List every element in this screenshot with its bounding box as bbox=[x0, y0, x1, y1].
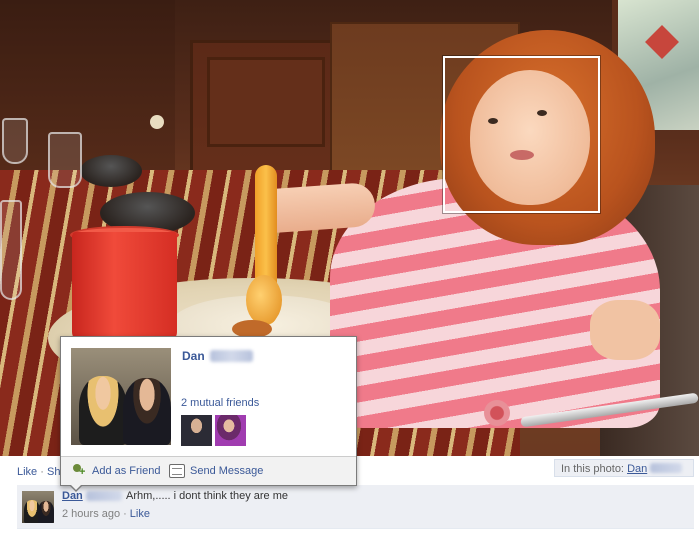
profile-hovercard: Dan 2 mutual friends Add as Friend Send … bbox=[60, 336, 357, 492]
add-friend-icon bbox=[71, 464, 87, 478]
photo-actions: Like · Sh bbox=[17, 466, 60, 478]
send-message-button[interactable]: Send Message bbox=[169, 464, 263, 478]
in-this-photo-box: In this photo: Dan bbox=[554, 459, 694, 477]
share-link[interactable]: Sh bbox=[47, 466, 60, 478]
redacted-surname bbox=[210, 350, 253, 362]
separator: · bbox=[40, 466, 44, 478]
person bbox=[79, 376, 127, 445]
hovercard-pointer bbox=[69, 484, 83, 492]
spoon-head bbox=[246, 275, 282, 325]
wine-glass bbox=[48, 132, 82, 188]
shirt-flower bbox=[484, 400, 510, 426]
message-icon bbox=[169, 464, 185, 478]
face-tag-box[interactable] bbox=[442, 55, 601, 214]
mutual-friend-thumbnail[interactable] bbox=[181, 415, 212, 446]
tagged-person-link[interactable]: Dan bbox=[627, 463, 647, 475]
add-friend-button[interactable]: Add as Friend bbox=[71, 464, 160, 478]
like-link[interactable]: Like bbox=[17, 466, 37, 478]
wine-glass bbox=[0, 200, 22, 300]
door-knob bbox=[150, 115, 164, 129]
bowl bbox=[80, 155, 142, 187]
mutual-friend-thumbnail[interactable] bbox=[215, 415, 246, 446]
comment-like-link[interactable]: Like bbox=[130, 508, 150, 520]
profile-name[interactable]: Dan bbox=[182, 349, 205, 363]
mutual-friends-link[interactable]: 2 mutual friends bbox=[181, 397, 259, 409]
person bbox=[123, 378, 171, 445]
door-panel bbox=[207, 57, 325, 147]
redacted-surname bbox=[86, 491, 122, 501]
hand bbox=[590, 300, 660, 360]
separator: · bbox=[123, 508, 127, 520]
avatar[interactable] bbox=[22, 491, 54, 523]
comment-meta: 2 hours ago · Like bbox=[62, 508, 150, 520]
red-cup bbox=[72, 232, 177, 342]
comment-time[interactable]: 2 hours ago bbox=[62, 508, 120, 520]
redacted-surname bbox=[650, 463, 683, 473]
comment-text: Arhm,..... i dont think they are me bbox=[126, 490, 289, 502]
in-this-photo-label: In this photo: bbox=[561, 463, 624, 475]
comment: Dan Arhm,..... i dont think they are me … bbox=[17, 485, 694, 529]
send-message-label: Send Message bbox=[190, 465, 264, 477]
wine-glass bbox=[2, 118, 28, 164]
profile-photo[interactable] bbox=[71, 348, 171, 445]
add-friend-label: Add as Friend bbox=[92, 465, 161, 477]
hovercard-actions: Add as Friend Send Message bbox=[61, 456, 356, 485]
